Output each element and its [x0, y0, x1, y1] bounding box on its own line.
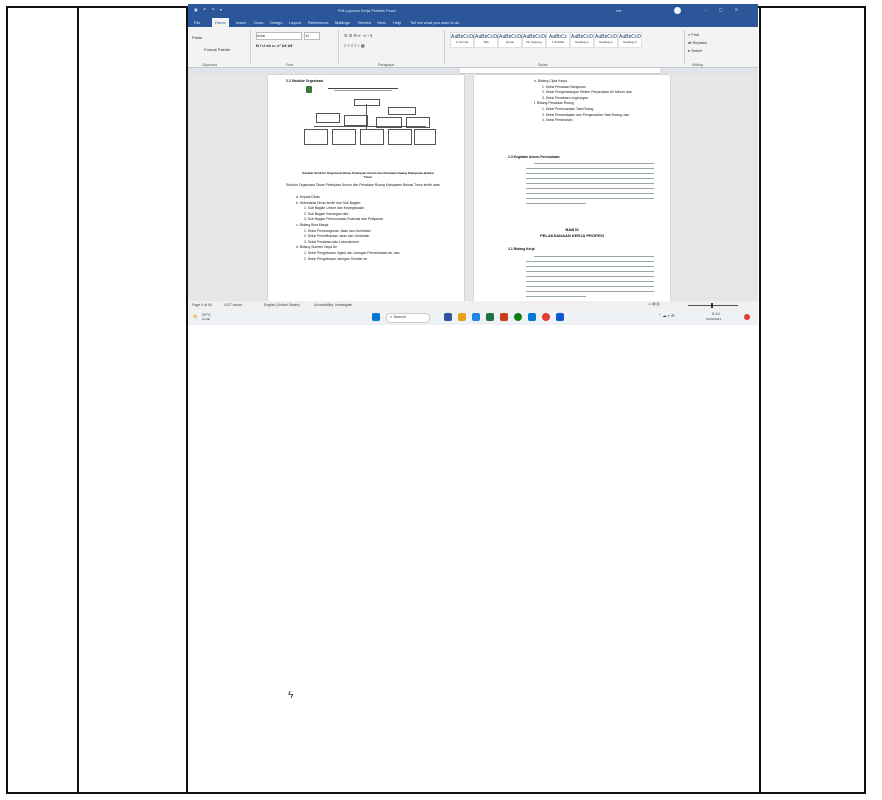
- document-page-left[interactable]: 2.2 Struktur Organisasi Gambar Struktur …: [268, 75, 464, 301]
- style-title[interactable]: AaBbCcDd Title: [474, 32, 500, 48]
- column-divider: [759, 8, 761, 792]
- taskbar-app-icon[interactable]: [528, 313, 536, 321]
- font-name-select[interactable]: Arial: [256, 32, 302, 40]
- tab-insert[interactable]: Insert: [236, 20, 246, 25]
- section-heading-2-3: 2.3 Kegiatan Umum Perusahaan: [508, 155, 560, 159]
- section-heading-2-2: 2.2 Struktur Organisasi: [286, 79, 324, 83]
- tab-file[interactable]: File: [194, 20, 200, 25]
- notification-icon[interactable]: [744, 314, 750, 320]
- clock-time[interactable]: 9:14: [712, 311, 720, 316]
- word-screenshot: ▣ ↶ ↷ ▾ Pdf Laporan Kerja Praktek Fauzi …: [188, 4, 758, 325]
- tab-home[interactable]: Home: [212, 18, 229, 27]
- tab-review[interactable]: Review: [358, 20, 371, 25]
- alignment-buttons[interactable]: ≡ ≡ ≡ ≡ ↕ ▦: [344, 43, 365, 48]
- section-heading-3-1: 3.1 Bidang Kerja: [508, 247, 535, 251]
- zoom-slider[interactable]: [688, 305, 738, 306]
- language-indicator[interactable]: English (United States): [264, 303, 300, 307]
- style-heading-2[interactable]: AaBbCcD Heading 2: [594, 32, 618, 48]
- body-intro: Struktur Organisasi Dinas Pekerjaan Umum…: [286, 183, 441, 187]
- group-paragraph: Paragraph: [378, 63, 395, 67]
- group-editing: Editing: [692, 63, 703, 67]
- accessibility-status[interactable]: Accessibility: Investigate: [314, 303, 352, 307]
- view-buttons[interactable]: ▭ ▤ ▥: [648, 302, 660, 306]
- tab-layout[interactable]: Layout: [289, 20, 301, 25]
- ribbon-tabs: File Home Insert Draw Design Layout Refe…: [188, 17, 758, 27]
- style-heading-1[interactable]: AaBbCcD Heading 1: [570, 32, 594, 48]
- pen-mark: ϟ: [288, 690, 294, 701]
- word-count[interactable]: 4127 words: [224, 303, 242, 307]
- status-bar: Page 9 of 63 4127 words English (United …: [188, 301, 758, 309]
- style-no-spacing[interactable]: AaBbCcDd No Spacing: [522, 32, 548, 48]
- logo-icon: [306, 86, 312, 93]
- tab-view[interactable]: View: [377, 20, 386, 25]
- avatar[interactable]: [674, 7, 681, 14]
- taskbar-word-icon[interactable]: [556, 313, 564, 321]
- title-bar: ▣ ↶ ↷ ▾ Pdf Laporan Kerja Praktek Fauzi …: [188, 4, 758, 17]
- format-painter-button[interactable]: Format Painter: [204, 47, 230, 52]
- tab-draw[interactable]: Draw: [254, 20, 263, 25]
- start-button[interactable]: [372, 313, 380, 321]
- tab-help[interactable]: Help: [393, 20, 401, 25]
- document-page-right[interactable]: e. Bidang Cipta Karya 1. Seksi Penataan …: [474, 75, 670, 301]
- paste-button[interactable]: Paste: [192, 35, 202, 40]
- font-format-buttons[interactable]: B I U ab x₂ x² A▾ A▾: [256, 43, 292, 48]
- find-button[interactable]: ⌕ Find: [688, 32, 699, 37]
- quick-access-toolbar[interactable]: ▣ ↶ ↷ ▾: [194, 7, 224, 12]
- font-size-select[interactable]: 11: [304, 32, 320, 40]
- taskbar-search[interactable]: ⌕ Search: [386, 313, 430, 323]
- search-icon: ⌕: [390, 314, 393, 319]
- paragraph-buttons[interactable]: ☰ ☰ ☰ ⇤ ⇥ ↕ ¶: [344, 33, 372, 38]
- group-styles: Styles: [538, 63, 548, 67]
- page-count[interactable]: Page 9 of 63: [192, 303, 212, 307]
- window-controls[interactable]: –▢✕: [705, 7, 750, 12]
- system-tray-icons[interactable]: ⌃ ☁ ◐ ⟰: [658, 313, 674, 318]
- document-title: Pdf Laporan Kerja Praktek Fauzi: [338, 8, 396, 13]
- tell-me-search[interactable]: Tell me what you want to do: [410, 20, 459, 25]
- weather-desc: Cerah: [202, 317, 211, 321]
- taskbar-app-icon[interactable]: [472, 313, 480, 321]
- style-heading-3[interactable]: AaBbCcD Heading 3: [618, 32, 642, 48]
- chapter-number: BAB III: [565, 227, 579, 232]
- structure-list: a. Kepala Dinas b. Sekretariat Dinas ter…: [296, 195, 400, 261]
- clock-date[interactable]: 10/03/2023: [706, 317, 721, 321]
- chapter-title: PELAKSANAAN KERJA PROFESI: [540, 233, 604, 238]
- zoom-slider-thumb[interactable]: [711, 303, 713, 308]
- taskbar-app-icon[interactable]: [542, 313, 550, 321]
- account-name[interactable]: ▪▪▪▪: [616, 8, 622, 13]
- ribbon: Paste Format Painter Clipboard Arial 11 …: [188, 27, 758, 68]
- taskbar-app-icon[interactable]: [486, 313, 494, 321]
- weather-icon: ☀: [192, 314, 199, 321]
- taskbar: ☀ 29°C Cerah ⌕ Search ⌃ ☁ ◐ ⟰ 9:14 10/03…: [188, 309, 758, 325]
- column-divider: [77, 8, 79, 792]
- tab-design[interactable]: Design: [270, 20, 282, 25]
- style-subtitle[interactable]: AaBbCc 1 Subtitle: [546, 32, 570, 48]
- taskbar-app-icon[interactable]: [500, 313, 508, 321]
- taskbar-app-icon[interactable]: [444, 313, 452, 321]
- group-font: Font: [286, 63, 294, 67]
- structure-list-continued: e. Bidang Cipta Karya 1. Seksi Penataan …: [534, 79, 632, 123]
- select-button[interactable]: ▸ Select: [688, 48, 702, 53]
- figure-caption: Gambar Struktur Organisasi Dinas Pekerja…: [302, 171, 434, 179]
- style-quote[interactable]: AaBbCcDd Quote: [498, 32, 524, 48]
- group-clipboard: Clipboard: [202, 63, 217, 67]
- org-chart: [296, 99, 436, 155]
- tab-mailings[interactable]: Mailings: [335, 20, 350, 25]
- replace-button[interactable]: ⇄ Replace: [688, 40, 707, 45]
- taskbar-app-icon[interactable]: [514, 313, 522, 321]
- style-normal[interactable]: AaBbCcDd 1 Normal: [450, 32, 476, 48]
- tab-references[interactable]: References: [308, 20, 328, 25]
- taskbar-app-icon[interactable]: [458, 313, 466, 321]
